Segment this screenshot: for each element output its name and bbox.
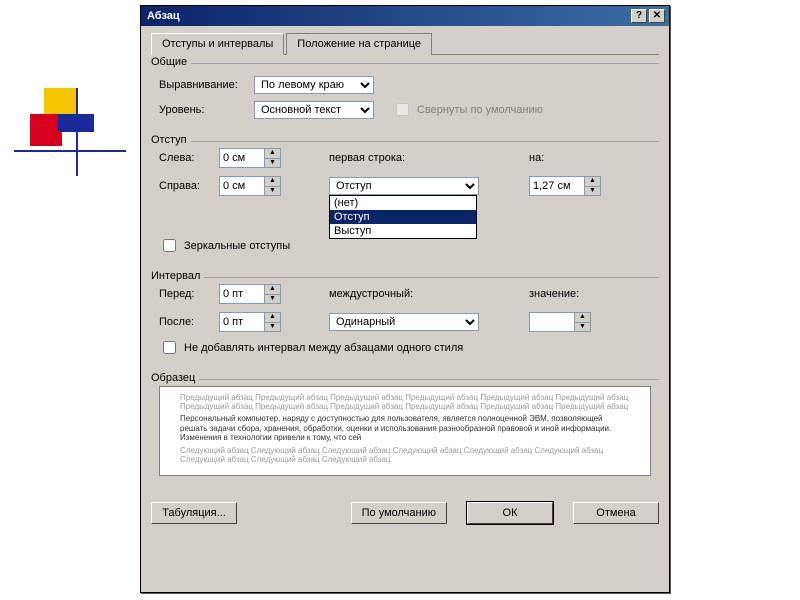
preview-next-text: Следующий абзац Следующий абзац Следующи… [180,446,630,464]
decorative-logo [14,88,134,168]
tab-indents[interactable]: Отступы и интервалы [151,33,284,55]
indent-left-input[interactable] [220,149,264,167]
tab-position[interactable]: Положение на странице [286,33,432,55]
spin-down-icon[interactable]: ▼ [265,187,280,196]
group-spacing-legend: Интервал [151,270,204,282]
spin-up-icon[interactable]: ▲ [585,177,600,187]
by-label: на: [529,152,659,164]
button-bar: Табуляция... По умолчанию ОК Отмена [151,492,659,524]
firstline-option-hang[interactable]: Выступ [330,224,476,238]
before-spinner[interactable]: ▲▼ [219,284,281,304]
help-button[interactable]: ? [631,9,647,23]
indent-right-label: Справа: [159,180,219,192]
group-indent: Отступ Слева: ▲▼ первая строка: на: Спра… [151,141,659,271]
collapsed-checkbox: Свернуты по умолчанию [392,100,543,119]
before-input[interactable] [220,285,264,303]
dialog-title: Абзац [147,10,629,22]
group-indent-legend: Отступ [151,134,191,146]
tab-strip: Отступы и интервалы Положение на страниц… [151,32,659,55]
mirror-checkbox[interactable]: Зеркальные отступы [159,236,290,255]
align-select[interactable]: По левому краю [254,76,374,94]
spin-down-icon[interactable]: ▼ [575,323,590,332]
spin-up-icon[interactable]: ▲ [265,285,280,295]
titlebar: Абзац ? ✕ [141,6,669,26]
spin-up-icon[interactable]: ▲ [265,177,280,187]
indent-right-input[interactable] [220,177,264,195]
by-spinner[interactable]: ▲▼ [529,176,601,196]
spin-up-icon[interactable]: ▲ [265,149,280,159]
collapsed-checkbox-input [396,103,409,116]
cancel-button[interactable]: Отмена [573,502,659,524]
spin-up-icon[interactable]: ▲ [265,313,280,323]
after-spinner[interactable]: ▲▼ [219,312,281,332]
spin-down-icon[interactable]: ▼ [585,187,600,196]
after-input[interactable] [220,313,264,331]
align-label: Выравнивание: [159,79,254,91]
indent-left-spinner[interactable]: ▲▼ [219,148,281,168]
after-label: После: [159,316,219,328]
paragraph-dialog: Абзац ? ✕ Отступы и интервалы Положение … [140,5,670,593]
at-label: значение: [529,288,659,300]
linespacing-select[interactable]: Одинарный [329,313,479,331]
indent-right-spinner[interactable]: ▲▼ [219,176,281,196]
group-sample-legend: Образец [151,372,199,384]
noadd-checkbox-input[interactable] [163,341,176,354]
spin-down-icon[interactable]: ▼ [265,323,280,332]
firstline-label: первая строка: [329,152,529,164]
tabs-button[interactable]: Табуляция... [151,502,237,524]
firstline-dropdown: (нет) Отступ Выступ [329,195,477,239]
group-sample: Образец Предыдущий абзац Предыдущий абза… [151,379,659,486]
firstline-select-wrapper: Отступ (нет) Отступ Выступ [329,177,529,195]
preview-body-text: Персональный компьютер, наряду с доступн… [180,414,630,443]
group-spacing: Интервал Перед: ▲▼ междустрочный: значен… [151,277,659,373]
level-label: Уровень: [159,104,254,116]
spin-down-icon[interactable]: ▼ [265,159,280,168]
at-input[interactable] [530,313,574,331]
indent-left-label: Слева: [159,152,219,164]
firstline-option-indent[interactable]: Отступ [330,210,476,224]
close-button[interactable]: ✕ [649,9,665,23]
preview-prev-text: Предыдущий абзац Предыдущий абзац Предыд… [180,393,630,411]
noadd-checkbox[interactable]: Не добавлять интервал между абзацами одн… [159,338,463,357]
firstline-option-none[interactable]: (нет) [330,196,476,210]
preview-box: Предыдущий абзац Предыдущий абзац Предыд… [159,386,651,476]
linespacing-label: междустрочный: [329,288,529,300]
before-label: Перед: [159,288,219,300]
group-general-legend: Общие [151,56,191,68]
spin-up-icon[interactable]: ▲ [575,313,590,323]
firstline-select[interactable]: Отступ [329,177,479,195]
by-input[interactable] [530,177,584,195]
default-button[interactable]: По умолчанию [351,502,447,524]
at-spinner[interactable]: ▲▼ [529,312,591,332]
mirror-checkbox-input[interactable] [163,239,176,252]
group-general: Общие Выравнивание: По левому краю Урове… [151,63,659,135]
ok-button[interactable]: ОК [467,502,553,524]
level-select[interactable]: Основной текст [254,101,374,119]
spin-down-icon[interactable]: ▼ [265,295,280,304]
